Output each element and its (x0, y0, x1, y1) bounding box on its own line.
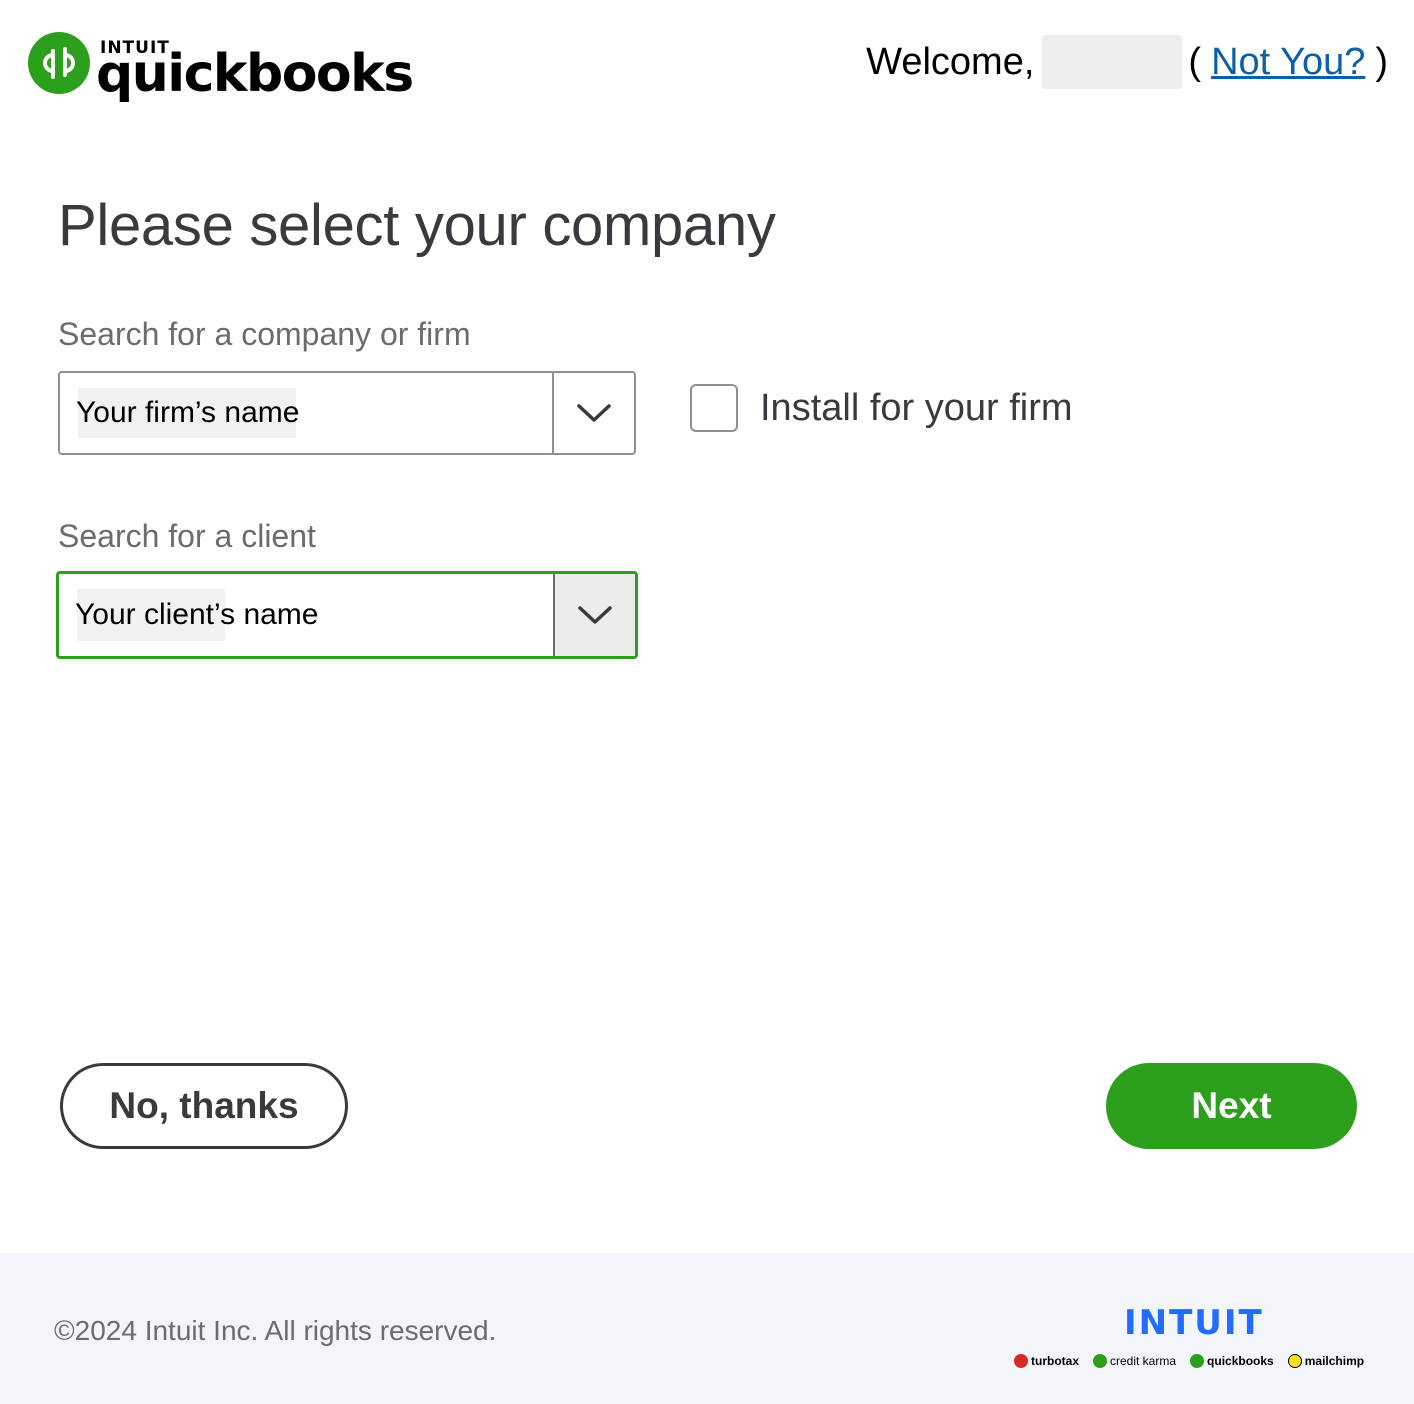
quickbooks-icon (1190, 1354, 1205, 1368)
company-field-label: Search for a company or firm (58, 316, 471, 352)
client-input-value: Your client’s name (75, 598, 319, 631)
mailchimp-icon (1287, 1354, 1302, 1368)
quickbooks-brand: quickbooks (1190, 1354, 1274, 1368)
page-title: Please select your company (58, 193, 776, 258)
credit-karma-icon (1093, 1354, 1107, 1368)
turbotax-icon (1014, 1354, 1028, 1368)
client-dropdown-toggle[interactable] (553, 574, 635, 656)
client-field-label: Search for a client (58, 518, 316, 554)
quickbooks-label: quickbooks (1207, 1354, 1274, 1368)
next-button[interactable]: Next (1106, 1063, 1357, 1149)
welcome-text: Welcome, (866, 40, 1035, 83)
chevron-down-icon (577, 404, 611, 422)
company-combobox[interactable]: Your firm’s name (58, 371, 636, 455)
mailchimp-label: mailchimp (1304, 1354, 1365, 1368)
company-dropdown-toggle[interactable] (552, 373, 634, 453)
not-you-link[interactable]: Not You? (1211, 41, 1365, 84)
client-combobox[interactable]: Your client’s name (56, 571, 638, 659)
install-for-firm-option[interactable]: Install for your firm (690, 384, 1073, 432)
client-input[interactable]: Your client’s name (59, 574, 553, 656)
credit-karma-label: credit karma (1110, 1354, 1177, 1368)
no-thanks-button[interactable]: No, thanks (60, 1063, 348, 1149)
welcome-bar: Welcome, ( Not You? ) (866, 34, 1388, 90)
company-input-value: Your firm’s name (76, 396, 300, 429)
mailchimp-brand: mailchimp (1287, 1354, 1365, 1368)
company-input[interactable]: Your firm’s name (60, 373, 552, 453)
turbotax-label: turbotax (1031, 1354, 1079, 1368)
open-paren: ( (1188, 40, 1202, 83)
close-paren: ) (1375, 40, 1388, 83)
install-for-firm-label[interactable]: Install for your firm (760, 387, 1073, 430)
logo-wordmark: quickbooks (96, 44, 414, 104)
chevron-down-icon (578, 606, 612, 624)
quickbooks-logo-icon (28, 32, 90, 94)
footer: ©2024 Intuit Inc. All rights reserved. I… (0, 1253, 1414, 1404)
turbotax-brand: turbotax (1014, 1354, 1079, 1368)
quickbooks-logo: INTUIT quickbooks (28, 32, 414, 104)
user-name-redacted (1042, 35, 1183, 89)
brand-family: turbotax credit karma quickbooks mailchi… (1014, 1354, 1364, 1368)
intuit-logo: INTUIT (1124, 1303, 1264, 1343)
install-for-firm-checkbox[interactable] (690, 384, 738, 432)
copyright-text: ©2024 Intuit Inc. All rights reserved. (54, 1315, 497, 1346)
credit-karma-brand: credit karma (1093, 1354, 1176, 1368)
